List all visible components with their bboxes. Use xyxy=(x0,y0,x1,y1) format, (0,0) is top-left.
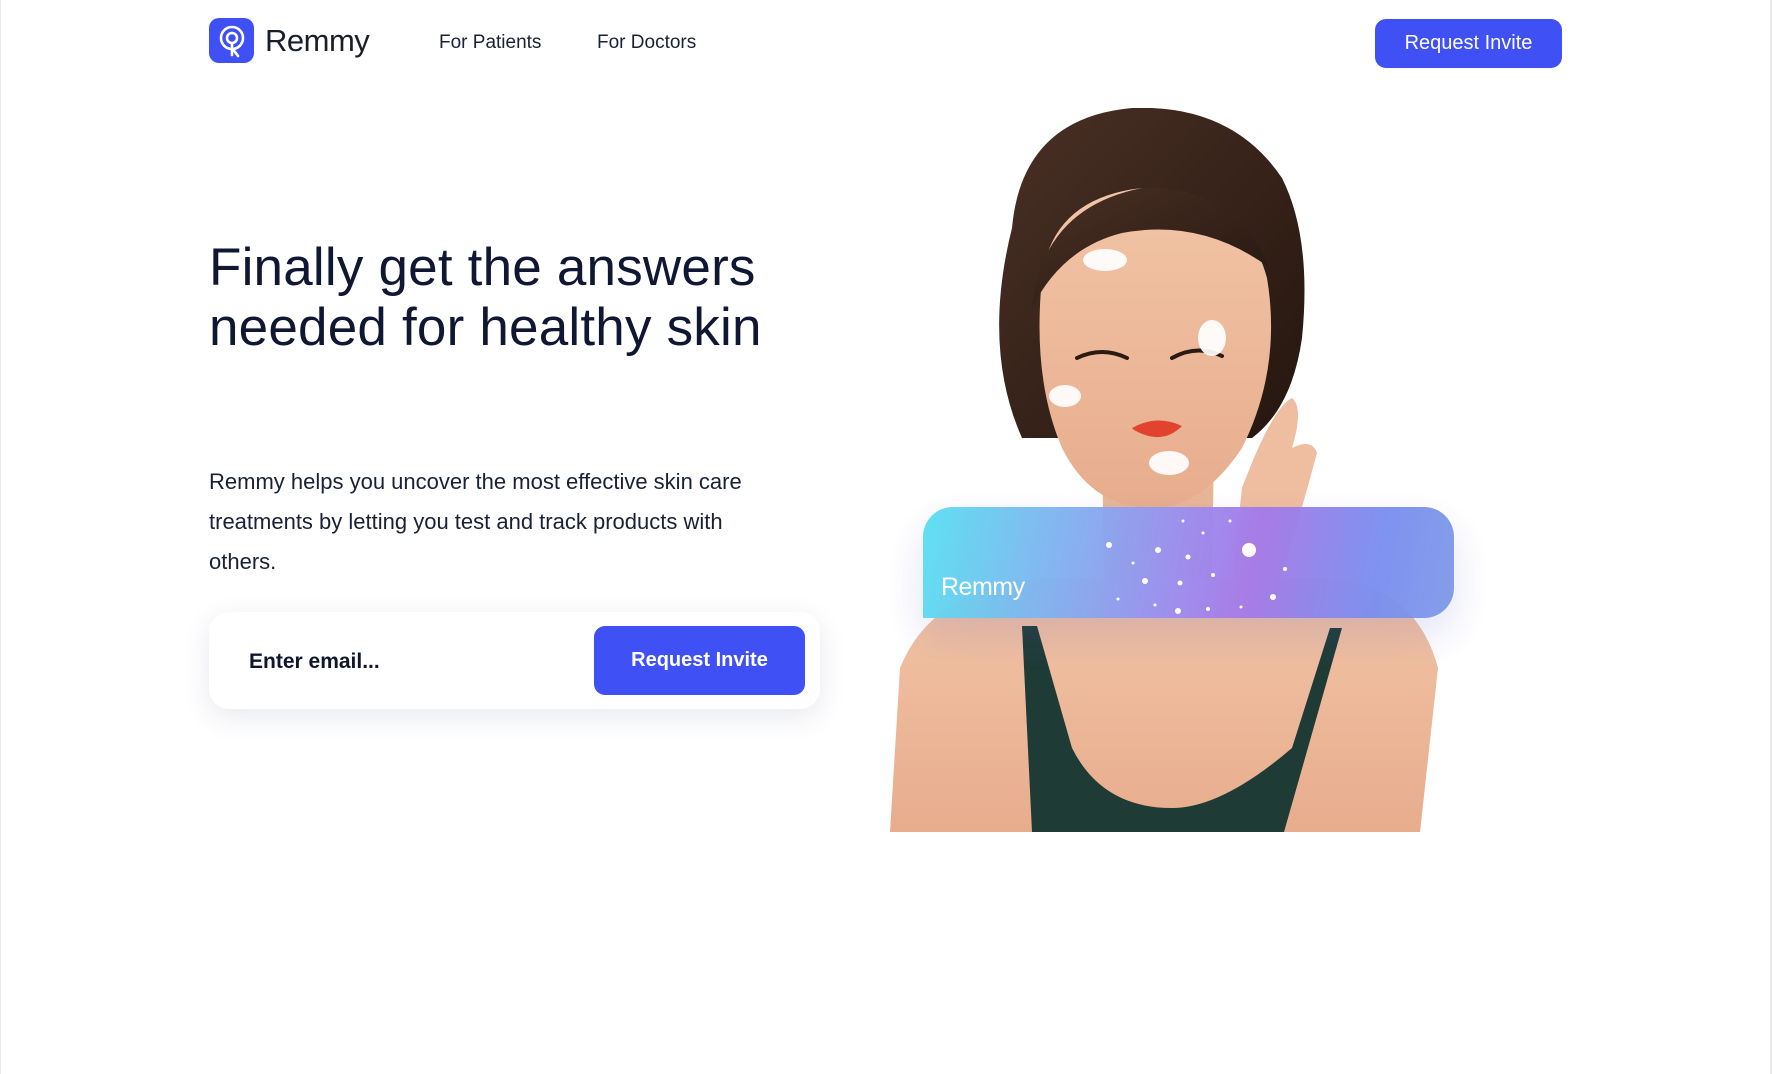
brand-card-label: Remmy xyxy=(941,573,1025,601)
invite-form: Request Invite xyxy=(209,612,820,709)
site-header: Remmy For Patients For Doctors Request I… xyxy=(0,0,1772,88)
hero-title-line-2: needed for healthy skin xyxy=(209,298,762,357)
brand-name: Remmy xyxy=(265,22,370,58)
nav-for-patients[interactable]: For Patients xyxy=(439,32,541,54)
nav-for-doctors[interactable]: For Doctors xyxy=(597,32,696,54)
hero-title: Finally get the answers needed for healt… xyxy=(209,238,829,358)
logo-link[interactable]: Remmy xyxy=(209,18,370,63)
remmy-logo-icon xyxy=(209,18,254,63)
hero-subtitle: Remmy helps you uncover the most effecti… xyxy=(209,469,742,574)
form-request-invite-button[interactable]: Request Invite xyxy=(594,626,805,695)
hero-portrait-image xyxy=(890,108,1438,832)
hero-title-line-1: Finally get the answers xyxy=(209,238,756,297)
header-request-invite-button[interactable]: Request Invite xyxy=(1375,19,1562,68)
email-input[interactable] xyxy=(247,641,551,683)
remmy-brand-card: Remmy xyxy=(923,507,1454,618)
page-border-left xyxy=(0,0,1,1074)
